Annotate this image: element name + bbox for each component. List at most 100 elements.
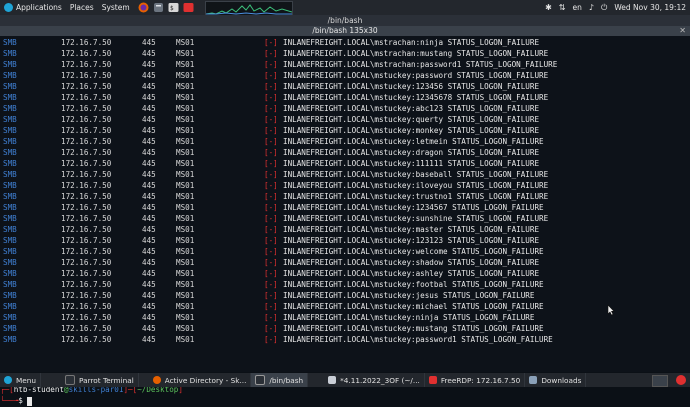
terminal-line: SMB 172.16.7.50 445 MS01 [-] INLANEFREIGHT.LO… <box>0 70 690 81</box>
terminal-launcher-icon[interactable]: $ <box>168 2 179 13</box>
keyboard-layout-indicator[interactable]: en <box>573 3 582 12</box>
taskbar-item-label: Menu <box>16 375 37 385</box>
workspace-switcher[interactable] <box>652 375 668 387</box>
taskbar-menu-button[interactable]: Menu <box>0 373 42 387</box>
ip-address-text: 172.16.7.50 <box>61 181 112 190</box>
terminal-line: SMB 172.16.7.50 445 MS01 [-] INLANEFREIGHT.LO… <box>0 235 690 246</box>
protocol-text: SMB <box>3 291 17 300</box>
terminal-line: SMB 172.16.7.50 445 MS01 [-] INLANEFREIGHT.LO… <box>0 180 690 191</box>
auth-result-text: INLANEFREIGHT.LOCAL\mstuckey:password1 S… <box>283 335 553 344</box>
ip-address-text: 172.16.7.50 <box>61 115 112 124</box>
taskbar-item-label: /bin/bash <box>269 375 304 385</box>
port-text: 445 <box>142 236 156 245</box>
failure-marker: [-] <box>264 269 278 278</box>
ip-address-text: 172.16.7.50 <box>61 137 112 146</box>
protocol-text: SMB <box>3 126 17 135</box>
close-icon[interactable]: ✕ <box>679 26 686 36</box>
terminal-tab-bar: /bin/bash 135x30 ✕ <box>0 26 690 36</box>
firefox-launcher-icon[interactable] <box>138 2 149 13</box>
clock[interactable]: Wed Nov 30, 19:12 <box>614 3 686 12</box>
terminal-line: SMB 172.16.7.50 445 MS01 [-] INLANEFREIGHT.LO… <box>0 301 690 312</box>
taskbar-item-parrot-terminal[interactable]: Parrot Terminal <box>61 373 139 387</box>
code-launcher-icon[interactable] <box>183 2 194 13</box>
protocol-text: SMB <box>3 170 17 179</box>
parrot-red-icon[interactable] <box>676 375 686 385</box>
port-text: 445 <box>142 181 156 190</box>
auth-result-text: INLANEFREIGHT.LOCAL\mstuckey:baseball ST… <box>283 170 549 179</box>
port-text: 445 <box>142 126 156 135</box>
terminal-line: SMB 172.16.7.50 445 MS01 [-] INLANEFREIGHT.LO… <box>0 202 690 213</box>
port-text: 445 <box>142 291 156 300</box>
power-icon[interactable]: ⏻ <box>601 3 607 13</box>
hostname-text: MS01 <box>176 258 195 267</box>
ip-address-text: 172.16.7.50 <box>61 258 112 267</box>
auth-result-text: INLANEFREIGHT.LOCAL\mstuckey:iloveyou ST… <box>283 181 549 190</box>
taskbar-item-downloads[interactable]: Downloads <box>525 373 587 387</box>
terminal-line: SMB 172.16.7.50 445 MS01 [-] INLANEFREIGHT.LO… <box>0 191 690 202</box>
protocol-text: SMB <box>3 258 17 267</box>
taskbar-item-active-directory[interactable]: Active Directory - Sk... <box>149 373 252 387</box>
failure-marker: [-] <box>264 313 278 322</box>
volume-icon[interactable]: ♪ <box>589 3 594 12</box>
taskbar-item-bin-bash[interactable]: /bin/bash <box>251 373 309 387</box>
auth-result-text: INLANEFREIGHT.LOCAL\mstuckey:shadow STAT… <box>283 258 540 267</box>
terminal-line: SMB 172.16.7.50 445 MS01 [-] INLANEFREIGHT.LO… <box>0 125 690 136</box>
protocol-text: SMB <box>3 324 17 333</box>
shell-input-line[interactable]: └──╼$ <box>0 395 33 407</box>
failure-marker: [-] <box>264 148 278 157</box>
port-text: 445 <box>142 214 156 223</box>
file-manager-launcher-icon[interactable] <box>153 2 164 13</box>
failure-marker: [-] <box>264 291 278 300</box>
ip-address-text: 172.16.7.50 <box>61 93 112 102</box>
taskbar-item-label: Downloads <box>541 375 582 385</box>
taskbar-item-freerdp[interactable]: FreeRDP: 172.16.7.50 <box>425 373 526 387</box>
terminal-line: SMB 172.16.7.50 445 MS01 [-] INLANEFREIGHT.LO… <box>0 213 690 224</box>
auth-result-text: INLANEFREIGHT.LOCAL\mstuckey:sunshine ST… <box>283 214 549 223</box>
protocol-text: SMB <box>3 214 17 223</box>
hostname-text: MS01 <box>176 324 195 333</box>
terminal-line: SMB 172.16.7.50 445 MS01 [-] INLANEFREIGHT.LO… <box>0 312 690 323</box>
auth-result-text: INLANEFREIGHT.LOCAL\mstuckey:123123 STAT… <box>283 236 540 245</box>
port-text: 445 <box>142 60 156 69</box>
failure-marker: [-] <box>264 82 278 91</box>
terminal-line: SMB 172.16.7.50 445 MS01 [-] INLANEFREIGHT.LO… <box>0 169 690 180</box>
ip-address-text: 172.16.7.50 <box>61 225 112 234</box>
port-text: 445 <box>142 82 156 91</box>
port-text: 445 <box>142 258 156 267</box>
bluetooth-icon[interactable]: ✱ <box>545 3 552 12</box>
terminal-line: SMB 172.16.7.50 445 MS01 [-] INLANEFREIGHT.LO… <box>0 136 690 147</box>
hostname-text: MS01 <box>176 49 195 58</box>
window-title-bar[interactable]: /bin/bash <box>0 15 690 26</box>
hostname-text: MS01 <box>176 335 195 344</box>
hostname-text: MS01 <box>176 93 195 102</box>
terminal-line: SMB 172.16.7.50 445 MS01 [-] INLANEFREIGHT.LO… <box>0 103 690 114</box>
auth-result-text: INLANEFREIGHT.LOCAL\mstuckey:1234567 STA… <box>283 203 544 212</box>
places-menu[interactable]: Places <box>70 3 94 12</box>
failure-marker: [-] <box>264 137 278 146</box>
ip-address-text: 172.16.7.50 <box>61 302 112 311</box>
window-title: /bin/bash <box>327 16 363 25</box>
network-icon[interactable]: ⇅ <box>559 3 566 12</box>
hostname-text: MS01 <box>176 60 195 69</box>
protocol-text: SMB <box>3 335 17 344</box>
ip-address-text: 172.16.7.50 <box>61 104 112 113</box>
protocol-text: SMB <box>3 49 17 58</box>
auth-result-text: INLANEFREIGHT.LOCAL\mstuckey:monkey STAT… <box>283 126 540 135</box>
system-menu[interactable]: System <box>102 3 130 12</box>
applications-menu[interactable]: Applications <box>4 3 62 12</box>
terminal-tab[interactable]: /bin/bash 135x30 <box>312 26 377 35</box>
taskbar-item-editor[interactable]: *4.11.2022_3OF (~/... <box>324 373 425 387</box>
hostname-text: MS01 <box>176 115 195 124</box>
port-text: 445 <box>142 269 156 278</box>
ip-address-text: 172.16.7.50 <box>61 148 112 157</box>
protocol-text: SMB <box>3 269 17 278</box>
failure-marker: [-] <box>264 126 278 135</box>
hostname-text: MS01 <box>176 170 195 179</box>
terminal-output[interactable]: SMB 172.16.7.50 445 MS01 [-] INLANEFREIGHT.LO… <box>0 36 690 406</box>
failure-marker: [-] <box>264 247 278 256</box>
auth-result-text: INLANEFREIGHT.LOCAL\mstuckey:master STAT… <box>283 225 540 234</box>
taskbar-item-label: Active Directory - Sk... <box>164 375 247 385</box>
auth-result-text: INLANEFREIGHT.LOCAL\mstrachan:password1 … <box>283 60 558 69</box>
ip-address-text: 172.16.7.50 <box>61 192 112 201</box>
auth-result-text: INLANEFREIGHT.LOCAL\mstuckey:abc123 STAT… <box>283 104 540 113</box>
